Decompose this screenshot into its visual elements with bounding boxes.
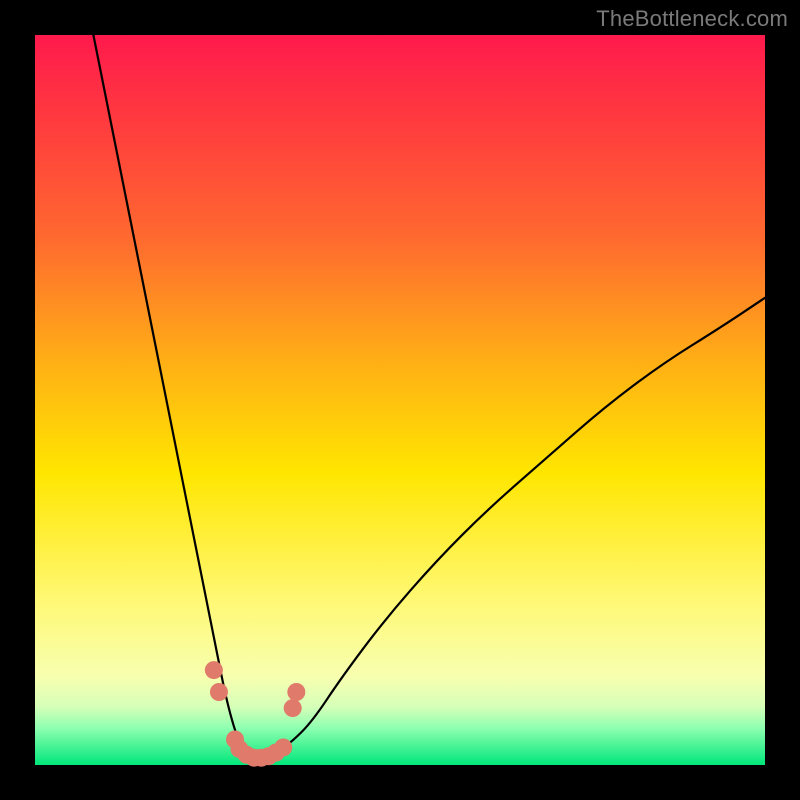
bottleneck-curve <box>93 35 765 758</box>
marker-dot <box>284 699 302 717</box>
plot-area <box>35 35 765 765</box>
watermark-text: TheBottleneck.com <box>596 6 788 32</box>
curve-layer <box>35 35 765 765</box>
marker-dot <box>287 683 305 701</box>
marker-dot <box>210 683 228 701</box>
marker-dot <box>205 661 223 679</box>
marker-group <box>205 661 305 767</box>
marker-dot <box>274 738 292 756</box>
chart-frame: TheBottleneck.com <box>0 0 800 800</box>
